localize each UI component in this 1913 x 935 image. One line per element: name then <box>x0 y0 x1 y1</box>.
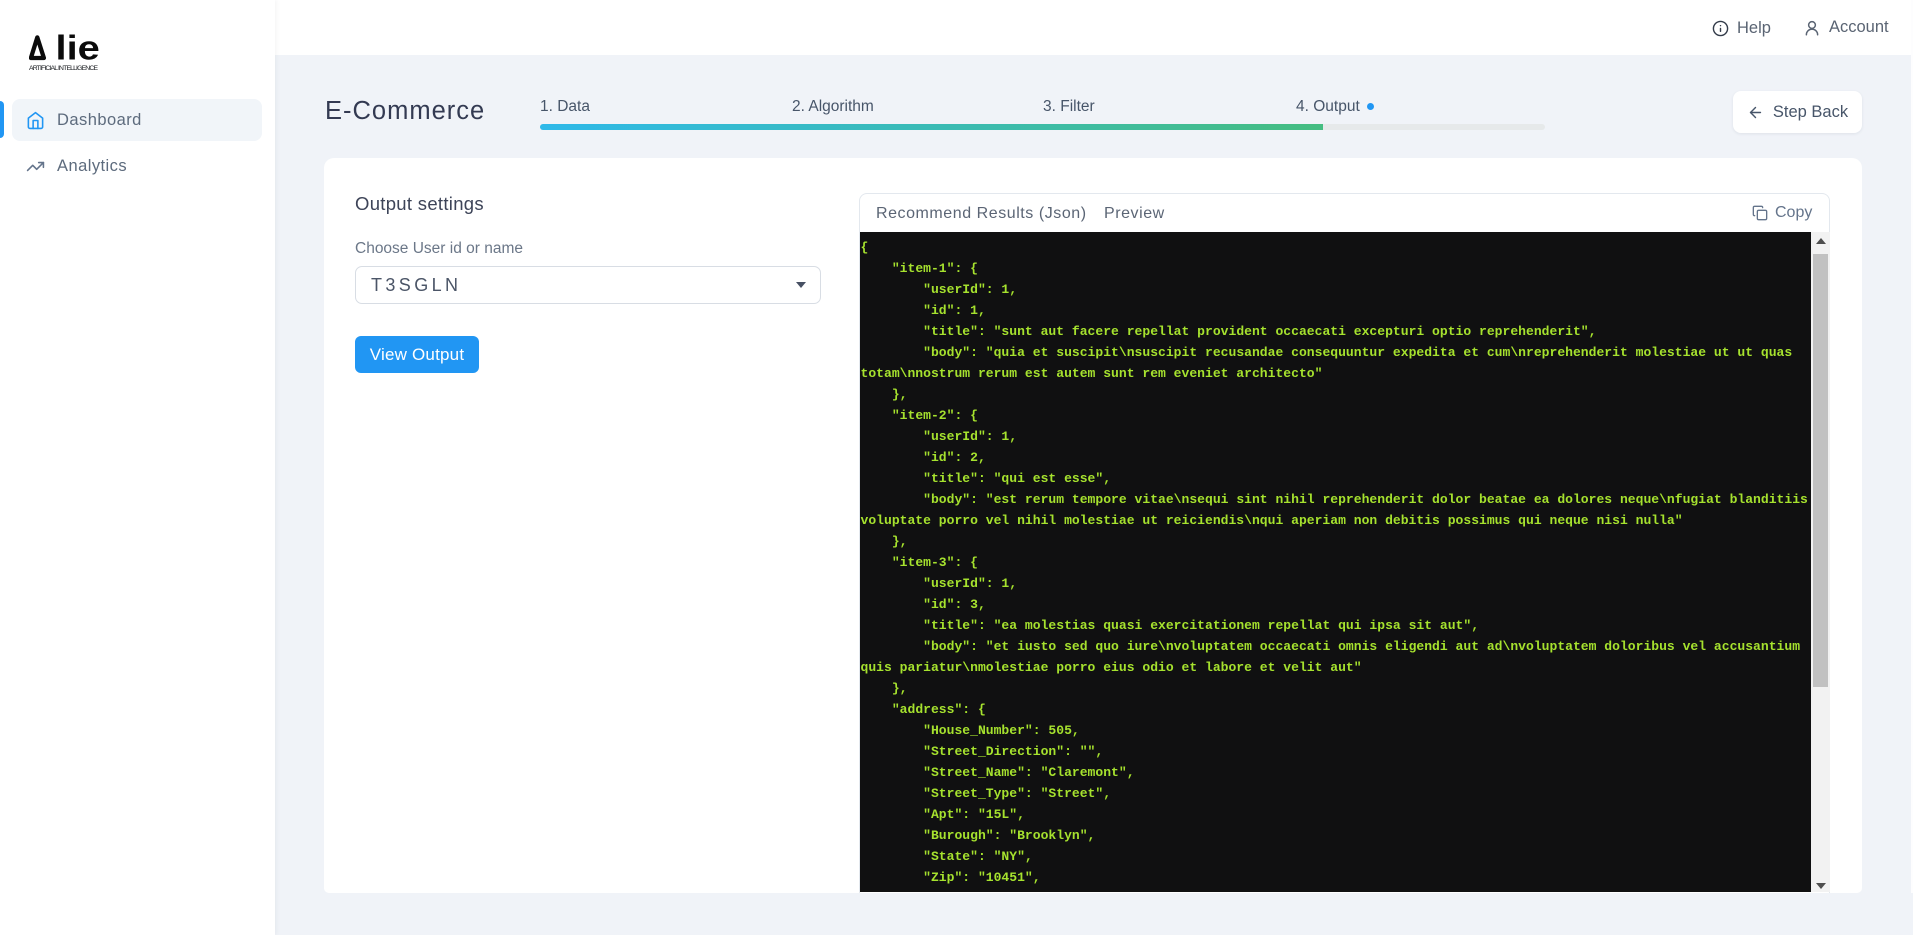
svg-text:lie: lie <box>56 30 100 68</box>
svg-text:ARTIFICIAL INTELLIGENCE: ARTIFICIAL INTELLIGENCE <box>29 65 98 72</box>
